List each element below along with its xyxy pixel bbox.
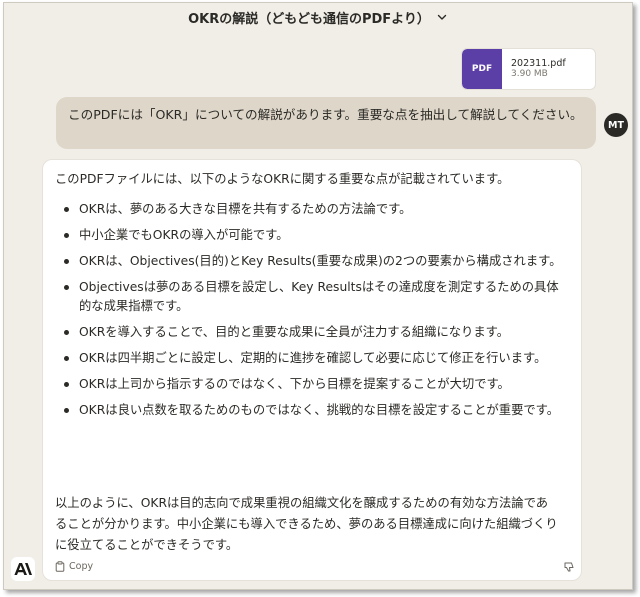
anthropic-logo-icon <box>11 557 35 581</box>
attachment-file-size: 3.90 MB <box>511 69 548 80</box>
copy-button[interactable]: Copy <box>55 561 93 572</box>
list-item: OKRは上司から指示するのではなく、下から目標を提案することが大切です。 <box>63 375 568 394</box>
assistant-bullet-list: OKRは、夢のある大きな目標を共有するための方法論です。 中小企業でもOKRの導… <box>63 200 568 427</box>
chat-window: OKRの解説（どもども通信のPDFより） PDF 202311.pdf 3.90… <box>3 2 633 590</box>
user-message-bubble: このPDFには「OKR」についての解説があります。重要な点を抽出して解説してくだ… <box>56 97 596 149</box>
assistant-message-card: このPDFファイルには、以下のようなOKRに関する重要な点が記載されています。 … <box>42 159 582 581</box>
conversation-title: OKRの解説（どもども通信のPDFより） <box>188 11 430 27</box>
list-item: 中小企業でもOKRの導入が可能です。 <box>63 226 568 245</box>
list-item: OKRは、Objectives(目的)とKey Results(重要な成果)の2… <box>63 252 568 271</box>
thumbs-down-icon[interactable] <box>563 561 575 573</box>
list-item: Objectivesは夢のある目標を設定し、Key Resultsはその達成度を… <box>63 278 568 316</box>
list-item: OKRは、夢のある大きな目標を共有するための方法論です。 <box>63 200 568 219</box>
user-avatar[interactable]: MT <box>604 113 628 137</box>
conversation-title-bar[interactable]: OKRの解説（どもども通信のPDFより） <box>4 3 632 31</box>
attachment-meta: 202311.pdf 3.90 MB <box>502 58 566 80</box>
attachment-card[interactable]: PDF 202311.pdf 3.90 MB <box>461 48 596 90</box>
list-item: OKRを導入することで、目的と重要な成果に全員が注力する組織になります。 <box>63 323 568 342</box>
user-message-text: このPDFには「OKR」についての解説があります。重要な点を抽出して解説してくだ… <box>68 107 583 122</box>
chevron-down-icon[interactable] <box>436 11 448 23</box>
list-item: OKRは良い点数を取るためのものではなく、挑戦的な目標を設定することが重要です。 <box>63 401 568 420</box>
assistant-intro-text: このPDFファイルには、以下のようなOKRに関する重要な点が記載されています。 <box>55 172 510 186</box>
attachment-file-name: 202311.pdf <box>511 57 566 69</box>
copy-label: Copy <box>69 561 94 572</box>
list-item: OKRは四半期ごとに設定し、定期的に進捗を確認して必要に応じて修正を行います。 <box>63 349 568 368</box>
pdf-file-icon: PDF <box>462 49 502 89</box>
clipboard-icon <box>55 561 65 572</box>
assistant-conclusion-text: 以上のように、OKRは目的志向で成果重視の組織文化を醸成するための有効な方法論で… <box>55 496 558 552</box>
